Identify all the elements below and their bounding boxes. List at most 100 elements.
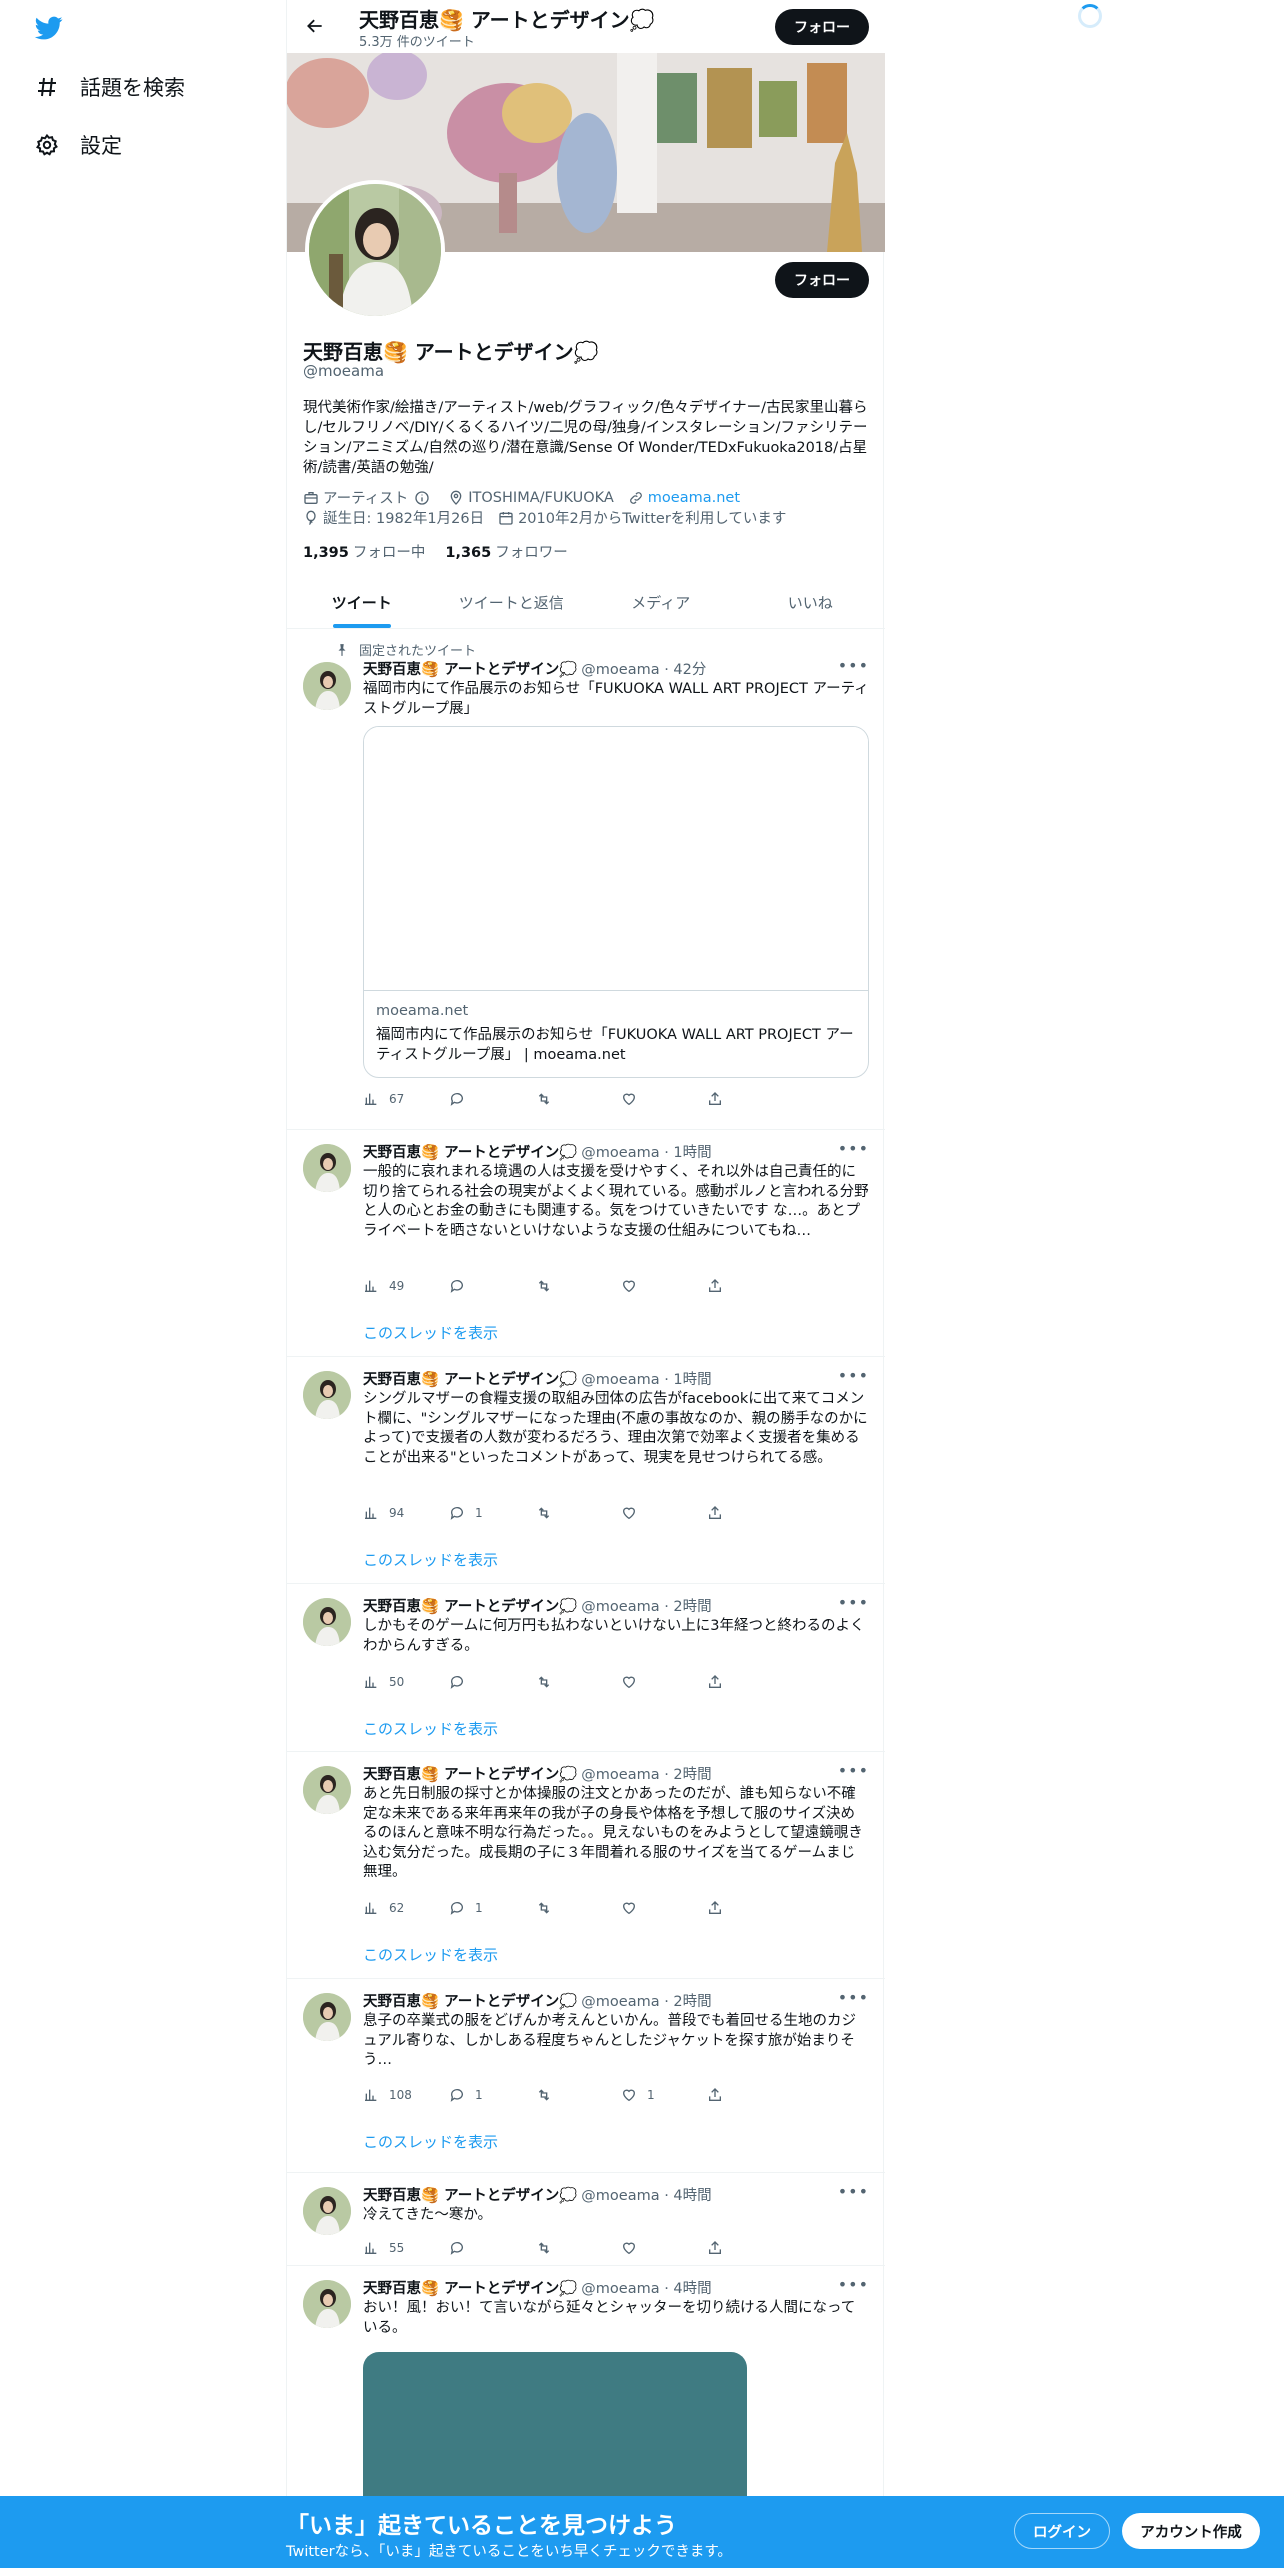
views-button[interactable]: 50 bbox=[363, 1674, 449, 1690]
tweet-author-name[interactable]: 天野百恵🥞 アートとデザイン💭 bbox=[363, 1368, 577, 1389]
tweet-item[interactable]: 固定されたツイート 天野百恵🥞 アートとデザイン💭 @moeama · 42分 … bbox=[287, 630, 885, 1130]
tweet-avatar[interactable] bbox=[303, 2187, 351, 2235]
link-card[interactable]: moeama.net 福岡市内にて作品展示のお知らせ「FUKUOKA WALL … bbox=[363, 726, 869, 1078]
tab-tweets[interactable]: ツイート bbox=[287, 576, 437, 628]
tweet-avatar[interactable] bbox=[303, 1371, 351, 1419]
reply-button[interactable]: 1 bbox=[449, 1505, 535, 1521]
reply-icon bbox=[450, 1676, 463, 1689]
tweet-item[interactable]: 天野百恵🥞 アートとデザイン💭 @moeama · 4時間 ••• 冷えてきた〜… bbox=[287, 2173, 885, 2266]
tweet-handle-time[interactable]: @moeama · 42分 bbox=[581, 658, 706, 679]
tweet-handle-time[interactable]: @moeama · 2時間 bbox=[581, 1595, 711, 1616]
tweet-handle-time[interactable]: @moeama · 1時間 bbox=[581, 1141, 711, 1162]
like-button[interactable] bbox=[621, 1505, 707, 1521]
more-options-icon[interactable]: ••• bbox=[838, 1988, 869, 2007]
header-follow-button[interactable]: フォロー bbox=[775, 9, 869, 45]
show-thread-link[interactable]: このスレッドを表示 bbox=[363, 1322, 498, 1343]
analytics-icon bbox=[365, 1902, 377, 1914]
tweet-avatar[interactable] bbox=[303, 2280, 351, 2328]
tweet-handle-time[interactable]: @moeama · 1時間 bbox=[581, 1368, 711, 1389]
more-options-icon[interactable]: ••• bbox=[838, 656, 869, 675]
share-button[interactable] bbox=[707, 2240, 793, 2256]
more-options-icon[interactable]: ••• bbox=[838, 1366, 869, 1385]
show-thread-link[interactable]: このスレッドを表示 bbox=[363, 1549, 498, 1570]
more-options-icon[interactable]: ••• bbox=[838, 1593, 869, 1612]
like-button[interactable] bbox=[621, 1091, 707, 1107]
tweet-handle-time[interactable]: @moeama · 2時間 bbox=[581, 1990, 711, 2011]
like-button[interactable] bbox=[621, 2240, 707, 2256]
followers-link[interactable]: 1,365 フォロワー bbox=[445, 541, 567, 562]
reply-button[interactable] bbox=[449, 1091, 535, 1107]
views-button[interactable]: 108 bbox=[363, 2087, 449, 2103]
show-thread-link[interactable]: このスレッドを表示 bbox=[363, 2131, 498, 2152]
share-button[interactable] bbox=[707, 1674, 793, 1690]
tweet-handle-time[interactable]: @moeama · 4時間 bbox=[581, 2277, 711, 2298]
views-button[interactable]: 55 bbox=[363, 2240, 449, 2256]
tab-tweets-and-replies[interactable]: ツイートと返信 bbox=[437, 576, 587, 628]
reply-button[interactable] bbox=[449, 1674, 535, 1690]
tweet-avatar[interactable] bbox=[303, 1766, 351, 1814]
reply-button[interactable] bbox=[449, 2240, 535, 2256]
tweet-author-name[interactable]: 天野百恵🥞 アートとデザイン💭 bbox=[363, 658, 577, 679]
profile-avatar[interactable] bbox=[305, 180, 445, 320]
tweet-avatar[interactable] bbox=[303, 1598, 351, 1646]
like-button[interactable] bbox=[621, 1278, 707, 1294]
tab-media[interactable]: メディア bbox=[586, 576, 736, 628]
tweet-author-name[interactable]: 天野百恵🥞 アートとデザイン💭 bbox=[363, 2184, 577, 2205]
tweet-avatar[interactable] bbox=[303, 662, 351, 710]
tweet-author-name[interactable]: 天野百恵🥞 アートとデザイン💭 bbox=[363, 1763, 577, 1784]
tweet-item[interactable]: 天野百恵🥞 アートとデザイン💭 @moeama · 1時間 ••• シングルマザ… bbox=[287, 1357, 885, 1584]
tweet-author-name[interactable]: 天野百恵🥞 アートとデザイン💭 bbox=[363, 1990, 577, 2011]
retweet-button[interactable] bbox=[535, 1278, 621, 1294]
tweet-item[interactable]: 天野百恵🥞 アートとデザイン💭 @moeama · 2時間 ••• しかもそのゲ… bbox=[287, 1584, 885, 1752]
reply-button[interactable]: 1 bbox=[449, 2087, 535, 2103]
share-button[interactable] bbox=[707, 1505, 793, 1521]
back-arrow-icon[interactable] bbox=[301, 12, 329, 40]
views-button[interactable]: 62 bbox=[363, 1900, 449, 1916]
tweet-author-name[interactable]: 天野百恵🥞 アートとデザイン💭 bbox=[363, 1595, 577, 1616]
share-button[interactable] bbox=[707, 1278, 793, 1294]
retweet-button[interactable] bbox=[535, 1674, 621, 1690]
views-button[interactable]: 67 bbox=[363, 1091, 449, 1107]
tweet-item[interactable]: 天野百恵🥞 アートとデザイン💭 @moeama · 1時間 ••• 一般的に哀れ… bbox=[287, 1130, 885, 1357]
twitter-logo-icon[interactable] bbox=[32, 14, 66, 42]
like-button[interactable] bbox=[621, 1900, 707, 1916]
views-button[interactable]: 49 bbox=[363, 1278, 449, 1294]
profile-website[interactable]: moeama.net bbox=[628, 490, 740, 506]
share-button[interactable] bbox=[707, 1091, 793, 1107]
show-thread-link[interactable]: このスレッドを表示 bbox=[363, 1718, 498, 1739]
more-options-icon[interactable]: ••• bbox=[838, 1139, 869, 1158]
tweet-avatar[interactable] bbox=[303, 1993, 351, 2041]
nav-settings[interactable]: 設定 bbox=[34, 130, 122, 160]
retweet-button[interactable] bbox=[535, 2240, 621, 2256]
share-button[interactable] bbox=[707, 2087, 793, 2103]
share-button[interactable] bbox=[707, 1900, 793, 1916]
show-thread-link[interactable]: このスレッドを表示 bbox=[363, 1944, 498, 1965]
tweet-handle-time[interactable]: @moeama · 2時間 bbox=[581, 1763, 711, 1784]
reply-button[interactable] bbox=[449, 1278, 535, 1294]
tweet-avatar[interactable] bbox=[303, 1144, 351, 1192]
retweet-button[interactable] bbox=[535, 1505, 621, 1521]
tab-likes[interactable]: いいね bbox=[736, 576, 886, 628]
tweet-item[interactable]: 天野百恵🥞 アートとデザイン💭 @moeama · 2時間 ••• あと先日制服… bbox=[287, 1752, 885, 1979]
tweet-author-name[interactable]: 天野百恵🥞 アートとデザイン💭 bbox=[363, 2277, 577, 2298]
following-link[interactable]: 1,395 フォロー中 bbox=[303, 541, 425, 562]
views-button[interactable]: 94 bbox=[363, 1505, 449, 1521]
retweet-button[interactable] bbox=[535, 1091, 621, 1107]
more-options-icon[interactable]: ••• bbox=[838, 2182, 869, 2201]
tweet-author-name[interactable]: 天野百恵🥞 アートとデザイン💭 bbox=[363, 1141, 577, 1162]
login-button[interactable]: ログイン bbox=[1014, 2513, 1110, 2549]
more-options-icon[interactable]: ••• bbox=[838, 2275, 869, 2294]
more-options-icon[interactable]: ••• bbox=[838, 1761, 869, 1780]
retweet-button[interactable] bbox=[535, 2087, 621, 2103]
reply-button[interactable]: 1 bbox=[449, 1900, 535, 1916]
signup-button[interactable]: アカウント作成 bbox=[1122, 2513, 1260, 2549]
profile-website-link[interactable]: moeama.net bbox=[648, 490, 740, 506]
retweet-button[interactable] bbox=[535, 1900, 621, 1916]
tweet-handle-time[interactable]: @moeama · 4時間 bbox=[581, 2184, 711, 2205]
like-button[interactable] bbox=[621, 1674, 707, 1690]
profile-follow-button[interactable]: フォロー bbox=[775, 262, 869, 298]
tweet-item[interactable]: 天野百恵🥞 アートとデザイン💭 @moeama · 2時間 ••• 息子の卒業式… bbox=[287, 1979, 885, 2173]
info-icon[interactable] bbox=[414, 490, 430, 506]
nav-explore[interactable]: 話題を検索 bbox=[34, 72, 185, 102]
like-button[interactable]: 1 bbox=[621, 2087, 707, 2103]
